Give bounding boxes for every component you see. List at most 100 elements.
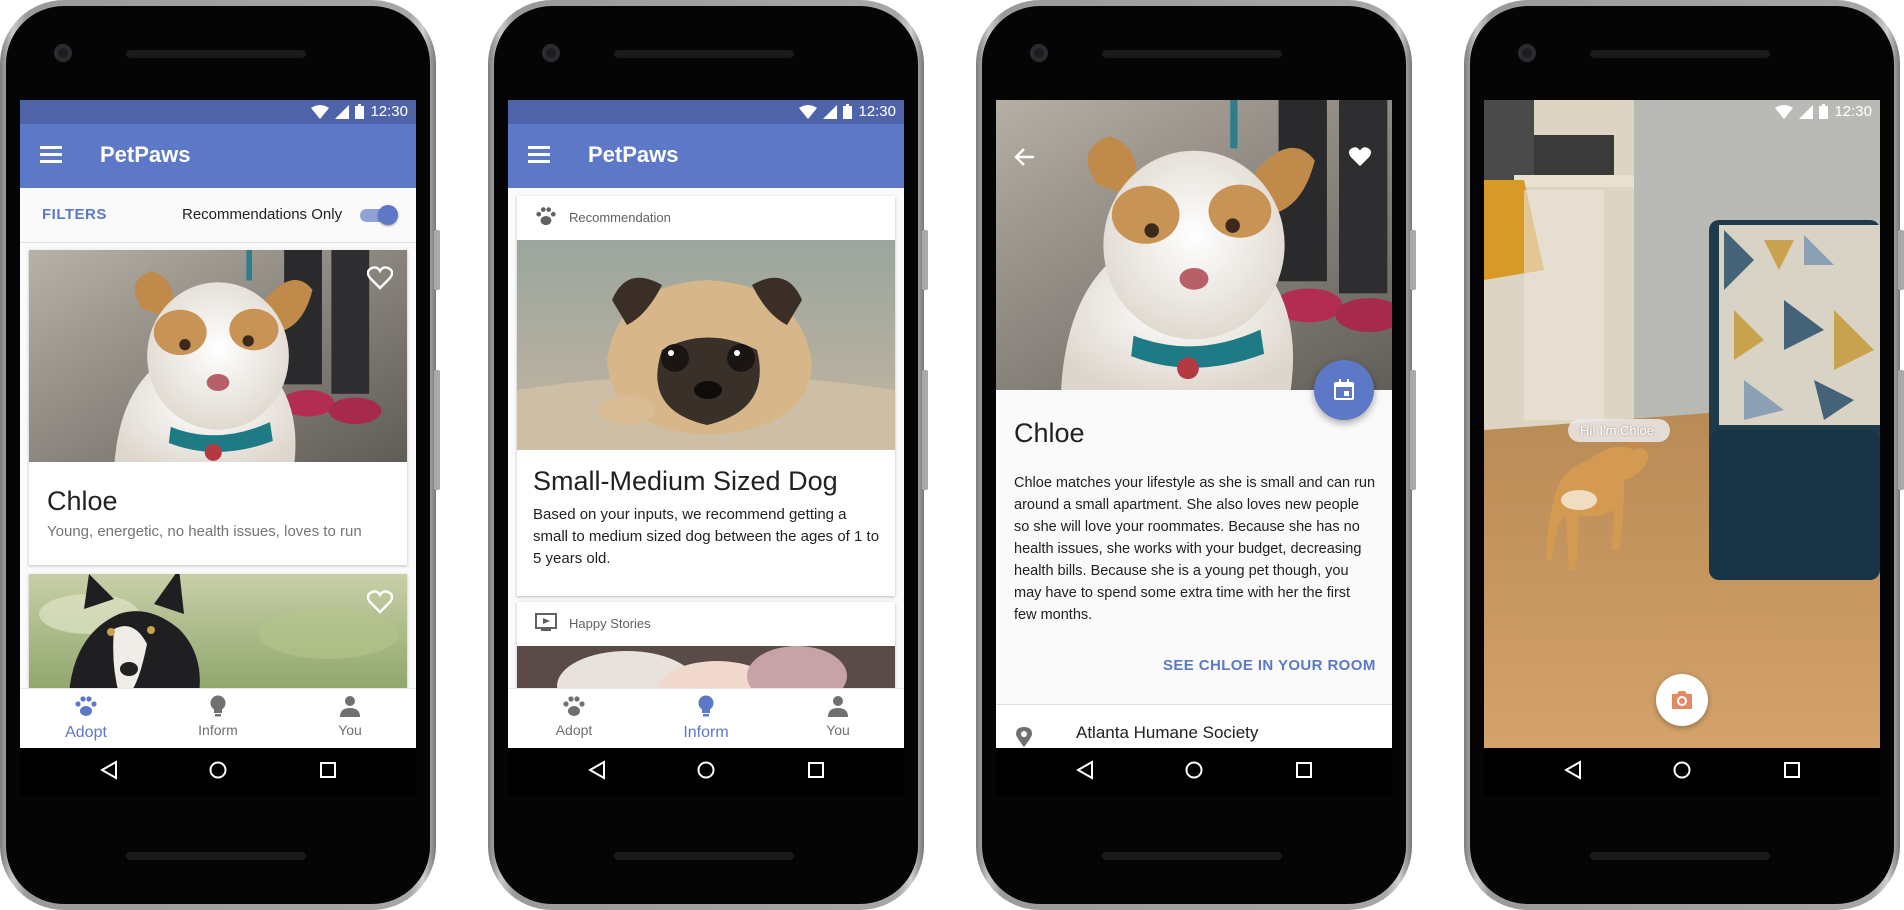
earpiece	[1590, 50, 1770, 58]
recents-nav-icon[interactable]	[807, 760, 825, 780]
nav-you[interactable]: You	[772, 695, 904, 738]
pet-hero-photo	[996, 100, 1392, 390]
app-bar: PetPaws	[20, 124, 416, 188]
screen-ar-view: 12:30 Hi! I'm Chloe.	[1484, 100, 1880, 796]
wifi-icon	[1775, 104, 1794, 119]
bottom-speaker	[1102, 852, 1282, 860]
power-button	[434, 230, 440, 290]
card-header-label: Happy Stories	[569, 616, 651, 631]
recents-nav-icon[interactable]	[1295, 760, 1313, 780]
app-bar: PetPaws	[508, 124, 904, 188]
filters-button[interactable]: FILTERS	[42, 206, 107, 223]
screen-inform: 12:30 PetPaws Recommendation Small-Mediu…	[508, 100, 904, 796]
back-nav-icon[interactable]	[100, 760, 118, 780]
capture-button[interactable]	[1656, 674, 1708, 726]
shelter-name: Atlanta Humane Society	[1076, 723, 1259, 742]
app-title: PetPaws	[588, 142, 679, 167]
schedule-visit-button[interactable]	[1314, 360, 1374, 420]
recommendations-toggle[interactable]	[358, 204, 398, 226]
wifi-icon	[311, 104, 330, 119]
recommendation-card[interactable]: Recommendation Small-Medium Sized Dog Ba…	[517, 196, 895, 596]
app-title: PetPaws	[100, 142, 191, 167]
menu-icon[interactable]	[40, 146, 62, 166]
paw-icon	[75, 696, 97, 716]
ar-camera-feed	[1484, 100, 1880, 748]
pet-name: Chloe	[1014, 418, 1085, 448]
heart-icon[interactable]	[367, 266, 393, 290]
person-icon	[828, 696, 848, 717]
status-bar: 12:30	[1484, 100, 1880, 124]
status-bar: 12:30	[20, 100, 416, 124]
recommendation-title: Small-Medium Sized Dog	[533, 466, 838, 496]
calendar-icon	[1334, 379, 1354, 400]
status-time: 12:30	[370, 103, 408, 120]
happy-stories-card[interactable]: Happy Stories	[517, 602, 895, 706]
bulb-icon	[698, 695, 714, 717]
nav-inform[interactable]: Inform	[640, 695, 772, 742]
system-navigation	[996, 748, 1392, 796]
heart-icon[interactable]	[367, 590, 393, 614]
recommendations-label: Recommendations Only	[182, 206, 343, 223]
ar-speech-bubble: Hi! I'm Chloe.	[1568, 419, 1670, 442]
status-time: 12:30	[1834, 103, 1872, 120]
back-icon[interactable]	[1014, 147, 1036, 167]
nav-adopt[interactable]: Adopt	[508, 695, 640, 738]
bottom-speaker	[126, 852, 306, 860]
front-camera	[542, 44, 560, 62]
phone-adopt: 12:30 PetPaws FILTERS Recommendations On…	[0, 0, 440, 910]
front-camera	[1518, 44, 1536, 62]
home-nav-icon[interactable]	[1672, 760, 1692, 780]
camera-icon	[1672, 691, 1692, 709]
nav-you[interactable]: You	[284, 695, 416, 738]
volume-button	[922, 370, 928, 490]
slideshow-icon	[535, 613, 557, 631]
volume-button	[434, 370, 440, 490]
pet-description: Young, energetic, no health issues, love…	[47, 523, 362, 540]
nav-inform-label: Inform	[198, 722, 238, 738]
front-camera	[54, 44, 72, 62]
nav-inform[interactable]: Inform	[152, 695, 284, 738]
pet-photo	[29, 250, 407, 462]
person-icon	[340, 696, 360, 717]
home-nav-icon[interactable]	[696, 760, 716, 780]
back-nav-icon[interactable]	[1564, 760, 1582, 780]
card-header: Happy Stories	[517, 602, 895, 646]
card-header: Recommendation	[517, 196, 895, 240]
back-nav-icon[interactable]	[588, 760, 606, 780]
paw-icon	[563, 696, 585, 716]
nav-adopt[interactable]: Adopt	[20, 695, 152, 742]
status-bar: 12:30	[508, 100, 904, 124]
phone-ar-view: 12:30 Hi! I'm Chloe.	[1464, 0, 1904, 910]
heart-icon[interactable]	[1348, 146, 1372, 168]
earpiece	[1102, 50, 1282, 58]
nav-you-label: You	[338, 722, 362, 738]
nav-adopt-label: Adopt	[65, 724, 107, 741]
screen-pet-detail: Chloe Chloe matches your lifestyle as sh…	[996, 100, 1392, 796]
power-button	[1898, 230, 1904, 290]
pet-match-description: Chloe matches your lifestyle as she is s…	[1014, 475, 1376, 623]
home-nav-icon[interactable]	[208, 760, 228, 780]
card-header-label: Recommendation	[569, 210, 671, 225]
wifi-icon	[799, 104, 818, 119]
see-in-room-button[interactable]: SEE CHLOE IN YOUR ROOM	[1163, 657, 1376, 674]
filter-row: FILTERS Recommendations Only	[20, 188, 416, 243]
system-navigation	[20, 748, 416, 796]
pet-card[interactable]: Chloe Young, energetic, no health issues…	[29, 250, 407, 565]
signal-icon	[1799, 104, 1814, 119]
power-button	[922, 230, 928, 290]
pet-card[interactable]	[29, 574, 407, 694]
bottom-navigation: Adopt Inform You	[508, 688, 904, 749]
nav-you-label: You	[826, 722, 850, 738]
battery-icon	[843, 104, 853, 119]
recents-nav-icon[interactable]	[1783, 760, 1801, 780]
recommendation-body: Based on your inputs, we recommend getti…	[533, 506, 880, 567]
location-pin-icon	[1016, 727, 1032, 747]
back-nav-icon[interactable]	[1076, 760, 1094, 780]
menu-icon[interactable]	[528, 146, 550, 166]
status-time: 12:30	[858, 103, 896, 120]
home-nav-icon[interactable]	[1184, 760, 1204, 780]
battery-icon	[355, 104, 365, 119]
recents-nav-icon[interactable]	[319, 760, 337, 780]
signal-icon	[335, 104, 350, 119]
pet-name: Chloe	[47, 486, 118, 516]
